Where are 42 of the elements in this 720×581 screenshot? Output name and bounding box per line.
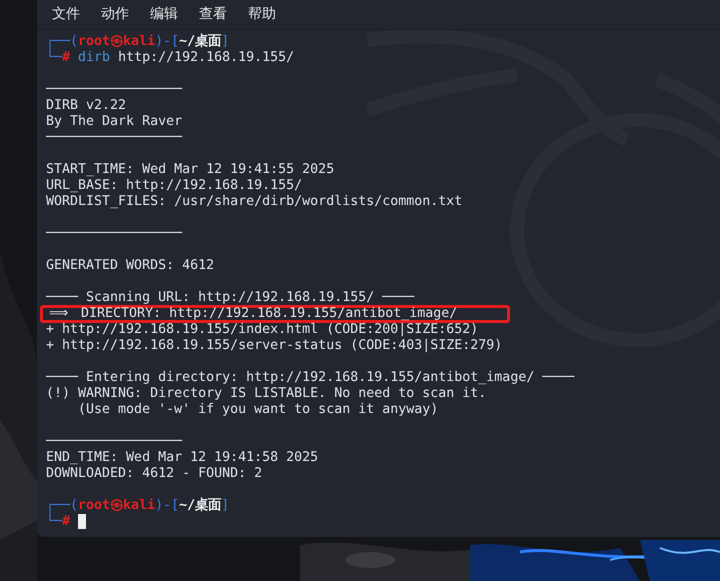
output-line: ──── Scanning URL: http://192.168.19.155/ ──── [46, 290, 416, 306]
output-line: START_TIME: Wed Mar 12 19:41:55 2025 [46, 162, 336, 178]
prompt-bracket: )-[ [155, 34, 180, 50]
rule-line: ───────────────── [46, 226, 184, 242]
prompt-hash: # [62, 514, 70, 530]
prompt-bracket: ┌──( [46, 34, 78, 49]
rule-line: ───────────────── [46, 130, 184, 146]
command-argument: http://192.168.19.155/ [118, 50, 294, 66]
prompt-path: ~/桌面 [179, 34, 222, 50]
menu-item[interactable]: 动作 [95, 4, 135, 25]
command-name: dirb [78, 50, 110, 66]
prompt-bracket: )-[ [155, 498, 180, 514]
output-line: + http://192.168.19.155/index.html (CODE:200|SIZE:652) [46, 322, 480, 338]
output-line: ──── Entering directory: http://192.168.19.155/antibot_image/ ──── [46, 370, 576, 386]
output-line: DIRECTORY: http://192.168.19.155/antibot_image/ [81, 306, 458, 322]
prompt-hash: # [62, 50, 70, 66]
menu-item[interactable]: 编辑 [144, 4, 184, 25]
output-line: END_TIME: Wed Mar 12 19:41:58 2025 [46, 450, 320, 466]
output-line: (!) WARNING: Directory IS LISTABLE. No need to scan it. [46, 386, 488, 402]
text-cursor [78, 514, 86, 529]
prompt-bracket: └─ [46, 514, 62, 530]
arrow-icon: ⟹ [49, 306, 82, 322]
rule-line: ───────────────── [46, 82, 184, 98]
menu-item[interactable]: 文件 [46, 4, 86, 25]
prompt-path: ~/桌面 [179, 498, 222, 514]
prompt-bracket: ┌──( [46, 498, 78, 513]
prompt-user-host: root㉿kali [78, 498, 156, 514]
output-line: GENERATED WORDS: 4612 [46, 258, 216, 274]
output-line: (Use mode '-w' if you want to scan it anyway) [77, 402, 440, 418]
output-line: DOWNLOADED: 4612 - FOUND: 2 [46, 466, 264, 482]
prompt-bracket: └─ [46, 50, 62, 66]
output-line: DIRB v2.22 [46, 98, 128, 114]
rule-line: ───────────────── [46, 434, 184, 450]
output-line: By The Dark Raver [46, 114, 184, 130]
output-line: URL_BASE: http://192.168.19.155/ [46, 178, 304, 194]
output-line: + http://192.168.19.155/server-status (CODE:403|SIZE:279) [46, 338, 504, 354]
prompt-user-host: root㉿kali [78, 34, 156, 50]
menu-item[interactable]: 查看 [193, 4, 233, 25]
prompt-bracket: ] [221, 34, 230, 50]
prompt-bracket: ] [221, 498, 230, 514]
menu-item[interactable]: 帮助 [242, 4, 282, 25]
output-line: WORDLIST_FILES: /usr/share/dirb/wordlists/common.txt [46, 194, 464, 210]
